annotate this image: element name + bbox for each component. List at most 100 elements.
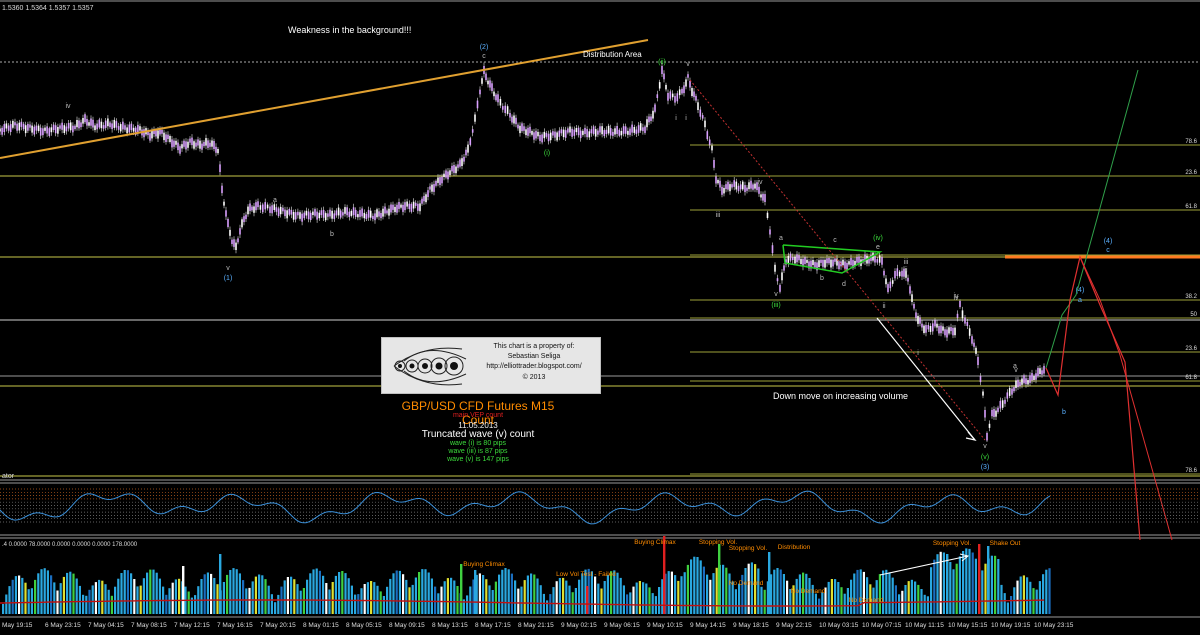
volume-bar	[581, 573, 584, 614]
volume-label: No Demand	[791, 588, 826, 595]
candle-body	[999, 400, 1002, 409]
volume-bar	[114, 586, 117, 614]
wave-label: (v)	[981, 454, 989, 461]
volume-bar	[686, 564, 689, 614]
volume-bar	[680, 576, 683, 614]
volume-bar	[565, 580, 568, 614]
candle-body	[290, 210, 293, 215]
volume-spike	[182, 566, 185, 614]
x-axis-label: 8 May 21:15	[518, 622, 554, 629]
candle-body	[481, 78, 483, 84]
candle-body	[84, 114, 86, 123]
x-axis-label: 6 May 23:15	[45, 622, 81, 629]
volume-label: Stopping Vol.	[729, 545, 768, 552]
candle-body	[511, 116, 513, 123]
candle-body	[521, 123, 523, 132]
candle-body	[571, 128, 573, 137]
candle-body	[115, 121, 118, 128]
volume-bar	[971, 552, 974, 614]
candle-body	[1023, 375, 1025, 384]
candle-body	[1029, 375, 1031, 383]
candle-body	[262, 204, 264, 213]
volume-bar	[907, 581, 910, 614]
candle-body	[535, 130, 537, 139]
candle-body	[792, 257, 794, 260]
candle-body	[453, 165, 455, 173]
candle-body	[350, 210, 353, 216]
fib-label: 78.6	[1185, 468, 1197, 474]
volume-bar	[363, 584, 366, 614]
volume-bar	[347, 578, 350, 614]
volume-bar	[443, 581, 446, 614]
volume-bar	[37, 573, 40, 614]
volume-bar	[24, 582, 27, 614]
volume-bar	[2, 604, 5, 614]
candle-body	[211, 140, 213, 147]
candle-body	[376, 209, 378, 218]
volume-bar	[891, 577, 894, 614]
candle-body	[471, 129, 474, 133]
candle-body	[14, 122, 16, 126]
candle-body	[909, 286, 911, 294]
candle-body	[603, 130, 606, 137]
candle-body	[67, 123, 70, 129]
indicator-label: ator	[2, 473, 15, 480]
candle-body	[814, 262, 816, 268]
fib-label: 23.6	[1185, 346, 1197, 352]
candle-body	[239, 228, 241, 235]
candle-body	[463, 156, 465, 162]
candle-body	[523, 126, 525, 131]
x-axis-label: 10 May 03:15	[819, 622, 859, 629]
candle-body	[961, 310, 964, 319]
candle-body	[764, 194, 766, 202]
candle-body	[927, 325, 930, 330]
volume-bar	[158, 578, 161, 614]
candle-body	[515, 117, 517, 125]
volume-bar	[213, 578, 216, 614]
candle-body	[887, 284, 889, 293]
candle-body	[88, 122, 90, 126]
candle-body	[392, 204, 394, 210]
wave-label: ii	[882, 303, 886, 310]
volume-bar	[952, 569, 955, 614]
volume-bar	[968, 548, 971, 614]
candle-body	[915, 312, 917, 319]
candle-body	[410, 203, 413, 212]
volume-bar	[290, 576, 293, 614]
volume-bar	[917, 584, 920, 614]
watermark-line1: This chart is a property of:	[493, 343, 575, 350]
candle-body	[665, 84, 667, 90]
wave-label: iii	[716, 212, 721, 219]
candle-body	[284, 209, 286, 217]
candle-body	[993, 409, 995, 417]
candle-body	[650, 116, 652, 121]
candle-body	[541, 134, 543, 143]
candle-body	[303, 212, 306, 219]
volume-bar	[43, 568, 46, 614]
candle-body	[489, 80, 491, 88]
volume-bar	[830, 579, 833, 614]
volume-bar	[1006, 602, 1009, 614]
candle-body	[531, 131, 533, 135]
candle-body	[547, 133, 550, 142]
volume-bar	[398, 570, 401, 614]
volume-bar	[229, 570, 232, 614]
volume-bar	[187, 591, 190, 614]
volume-bar	[494, 581, 497, 614]
volume-bar	[40, 569, 43, 614]
volume-bar	[370, 581, 373, 614]
x-axis-label: 9 May 06:15	[604, 622, 640, 629]
candle-body	[769, 229, 771, 235]
fib-label: 78.6	[1185, 139, 1197, 145]
volume-bar	[376, 585, 379, 614]
candle-body	[830, 259, 832, 268]
volume-bar	[482, 575, 485, 614]
volume-bar	[757, 568, 760, 614]
volume-bar	[117, 578, 120, 614]
volume-bar	[997, 559, 1000, 614]
candle-body	[111, 123, 113, 130]
candle-body	[219, 164, 221, 172]
volume-bar	[312, 569, 315, 614]
weakness-annotation: Weakness in the background!!!	[288, 25, 411, 35]
candle-body	[652, 110, 654, 119]
